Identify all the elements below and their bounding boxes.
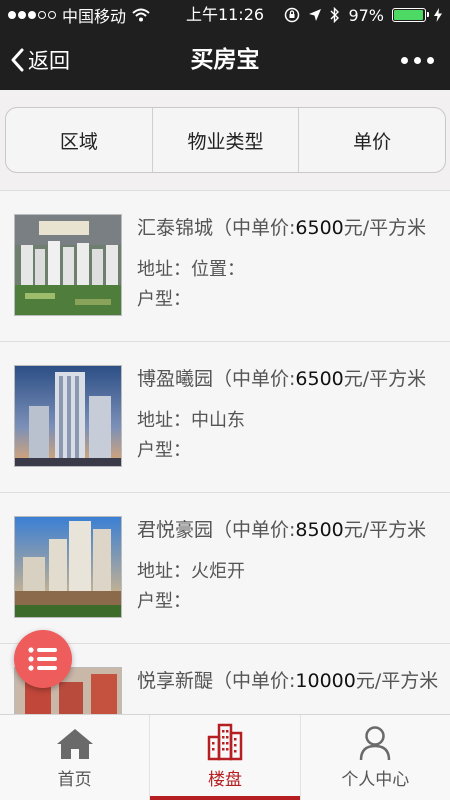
filter-bar: 区域 物业类型 单价 (5, 107, 446, 173)
listing-price-prefix: （中单价: (213, 217, 296, 239)
navigation-bar: 返回 买房宝 (0, 30, 450, 90)
listing-price: 6500 (295, 217, 344, 239)
listing-price-unit: 元/平方米 (343, 217, 427, 239)
back-label: 返回 (28, 49, 70, 73)
listing-type: 户型： (137, 440, 191, 461)
list-menu-icon (28, 647, 57, 671)
rotation-lock-icon (285, 7, 300, 23)
listing-title-line: 汇泰锦城（中单价:6500元/平方米 (137, 211, 450, 245)
listing-title-line: 悦享新醍（中单价:10000元/平方米 (137, 664, 450, 698)
tab-buildings[interactable]: 楼盘 (150, 715, 301, 800)
listing-price-unit: 元/平方米 (355, 670, 439, 692)
building-photo-1 (14, 214, 122, 316)
person-icon (359, 721, 391, 761)
building-photo-2 (14, 365, 122, 467)
listing-address: 地址：中山东 (137, 410, 245, 431)
listing-title-line: 君悦豪园（中单价:8500元/平方米 (137, 513, 450, 547)
listing-title-line: 博盈曦园（中单价:6500元/平方米 (137, 362, 450, 396)
listing-type: 户型： (137, 289, 191, 310)
list-item[interactable]: 汇泰锦城（中单价:6500元/平方米 地址：位置： 户型： (0, 190, 450, 341)
more-dots-icon (401, 56, 408, 64)
more-menu-button[interactable] (401, 30, 434, 90)
floating-menu-button[interactable] (14, 630, 72, 688)
listing-price-prefix: （中单价: (213, 670, 296, 692)
list-item[interactable]: 君悦豪园（中单价:8500元/平方米 地址：火炬开 户型： (0, 492, 450, 643)
listing-list: 汇泰锦城（中单价:6500元/平方米 地址：位置： 户型： 博盈曦园（中单价:6… (0, 190, 450, 794)
listing-name: 博盈曦园 (137, 368, 214, 390)
filter-unit-price-button[interactable]: 单价 (299, 108, 445, 172)
listing-price-unit: 元/平方米 (343, 519, 427, 541)
tab-bar: 首页 楼盘 个人中心 (0, 714, 450, 800)
tab-home[interactable]: 首页 (0, 715, 151, 800)
listing-price: 6500 (295, 368, 344, 390)
listing-name: 汇泰锦城 (137, 217, 214, 239)
location-arrow-icon (309, 9, 322, 21)
buildings-icon (207, 721, 243, 761)
filter-property-type-button[interactable]: 物业类型 (153, 108, 300, 172)
listing-type: 户型： (137, 591, 191, 612)
filter-area: 区域 物业类型 单价 (0, 90, 450, 190)
listing-address: 地址：位置： (137, 259, 245, 280)
listing-price-prefix: （中单价: (213, 368, 296, 390)
battery-icon (392, 8, 429, 22)
status-right: 97% (284, 0, 442, 30)
listing-info: 汇泰锦城（中单价:6500元/平方米 地址：位置： 户型： (137, 211, 450, 315)
tab-profile[interactable]: 个人中心 (301, 715, 450, 800)
tab-profile-label: 个人中心 (341, 770, 410, 790)
tab-buildings-label: 楼盘 (207, 770, 242, 790)
listing-info: 悦享新醍（中单价:10000元/平方米 (137, 664, 450, 698)
filter-region-button[interactable]: 区域 (6, 108, 153, 172)
listing-info: 君悦豪园（中单价:8500元/平方米 地址：火炬开 户型： (137, 513, 450, 617)
list-item[interactable]: 博盈曦园（中单价:6500元/平方米 地址：中山东 户型： (0, 341, 450, 492)
chevron-left-icon (11, 48, 24, 72)
battery-percent: 97% (348, 5, 384, 25)
listing-price-unit: 元/平方米 (343, 368, 427, 390)
listing-name: 悦享新醍 (137, 670, 214, 692)
page: 中国移动 上午11:26 97% 返回 买房宝 区域 物业类型 单价 汇泰锦城（… (0, 0, 450, 800)
listing-price-prefix: （中单价: (213, 519, 296, 541)
listing-info: 博盈曦园（中单价:6500元/平方米 地址：中山东 户型： (137, 362, 450, 466)
tab-home-label: 首页 (57, 770, 92, 790)
bluetooth-icon (330, 7, 340, 23)
battery-fill (394, 10, 424, 20)
listing-price: 10000 (295, 670, 356, 692)
status-bar: 中国移动 上午11:26 97% (0, 0, 450, 30)
listing-name: 君悦豪园 (137, 519, 214, 541)
home-icon (55, 721, 95, 761)
back-button[interactable]: 返回 (10, 30, 70, 90)
building-photo-3 (14, 516, 122, 618)
charging-icon (434, 8, 442, 22)
listing-price: 8500 (295, 519, 344, 541)
listing-address: 地址：火炬开 (137, 561, 245, 582)
